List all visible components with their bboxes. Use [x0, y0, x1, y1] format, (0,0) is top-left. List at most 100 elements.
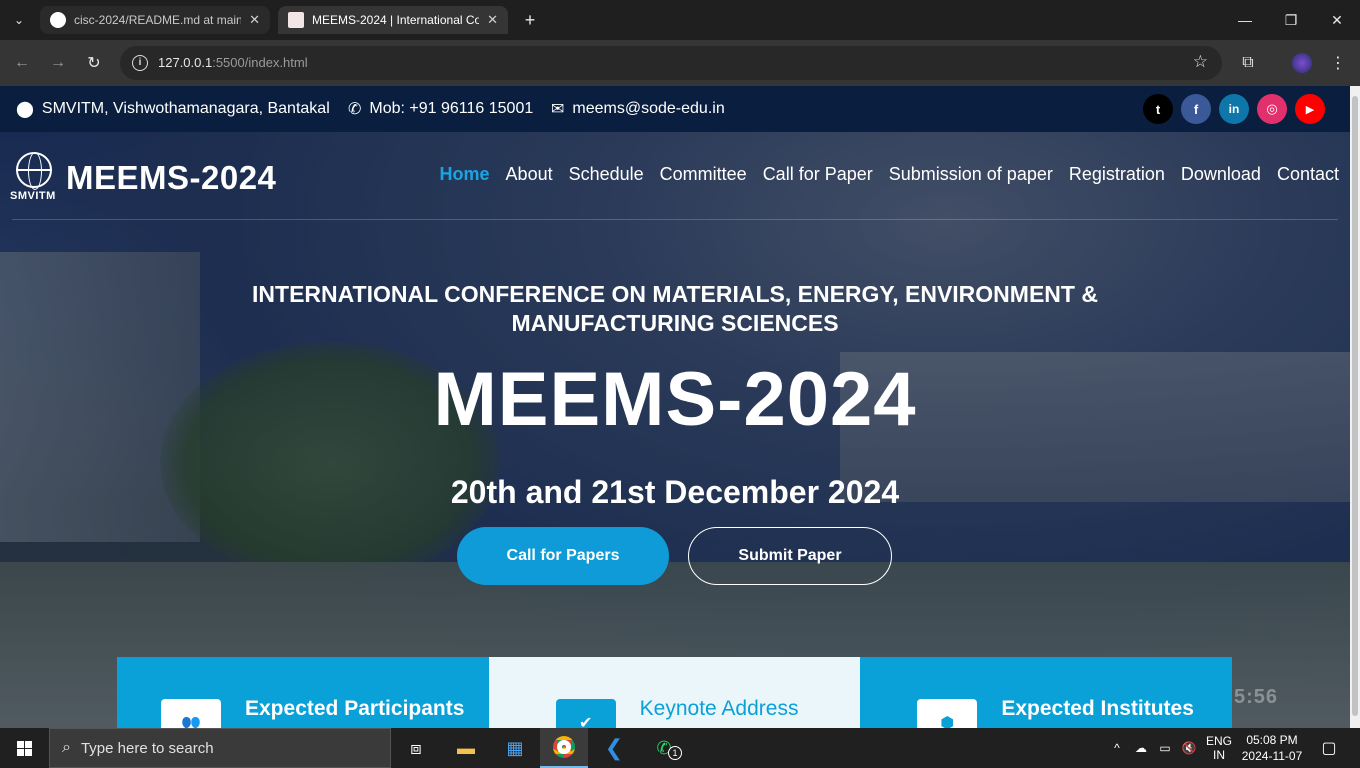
email-icon: ✉ [551, 101, 565, 118]
new-tab-button[interactable]: + [518, 8, 542, 32]
main-nav: Home About Schedule Committee Call for P… [440, 164, 1339, 185]
hero-dates: 20th and 21st December 2024 [450, 474, 900, 510]
brand-name: MEEMS-2024 [66, 159, 277, 196]
smvitm-logo: SMVITM [10, 150, 62, 206]
nav-about[interactable]: About [506, 164, 553, 185]
windows-logo-icon [16, 740, 32, 756]
store-icon[interactable]: ▦ [491, 728, 539, 768]
taskbar-search[interactable]: ⌕ Type here to search [49, 728, 391, 768]
scrollbar-thumb[interactable] [1352, 96, 1358, 716]
task-view-icon[interactable]: ⧈ [392, 728, 440, 768]
hero-title: MEEMS-2024 [433, 357, 917, 442]
people-icon: 👥 [161, 699, 221, 728]
address-bar[interactable]: i 127.0.0.1:5500/index.html ☆ [120, 46, 1222, 80]
hero-section: SMVITM MEEMS-2024 Home About Schedule Co… [0, 132, 1350, 728]
browser-menu-icon[interactable]: ⋮ [1326, 51, 1350, 75]
site-favicon-icon [288, 12, 304, 28]
logo-text: SMVITM [10, 190, 56, 202]
nav-committee[interactable]: Committee [660, 164, 747, 185]
browser-tab-meems[interactable]: MEEMS-2024 | International Co ✕ [278, 6, 508, 34]
stat-card-institutes: ⬢ Expected Institutes [860, 657, 1233, 728]
onedrive-cloud-icon[interactable]: ☁ [1130, 728, 1152, 768]
email-text[interactable]: meems@sode-edu.in [572, 100, 724, 118]
call-for-papers-button[interactable]: Call for Papers [457, 527, 669, 585]
nav-call-for-paper[interactable]: Call for Paper [763, 164, 873, 185]
address-text: SMVITM, Vishwothamanagara, Bantakal [41, 100, 330, 117]
tab-title: cisc-2024/README.md at main [74, 13, 242, 27]
bookmark-star-icon[interactable]: ☆ [1193, 52, 1208, 72]
phone-text: Mob: +91 96116 15001 [369, 100, 534, 117]
network-icon[interactable]: ▭ [1154, 728, 1176, 768]
clock-time: 05:08 PM [1246, 733, 1298, 747]
phone-info: ✆ Mob: +91 96116 15001 [348, 99, 533, 119]
browser-tab-github[interactable]: cisc-2024/README.md at main ✕ [40, 6, 270, 34]
clock-date: 2024-11-07 [1241, 749, 1303, 763]
url-text: 127.0.0.1:5500/index.html [158, 55, 308, 70]
search-icon: ⌕ [62, 739, 71, 756]
vscode-icon[interactable]: ❮ [590, 728, 638, 768]
notification-badge: 1 [668, 746, 682, 760]
email-info: ✉ meems@sode-edu.in [551, 99, 725, 119]
reload-button[interactable]: ↻ [82, 51, 106, 75]
nav-registration[interactable]: Registration [1069, 164, 1165, 185]
close-tab-icon[interactable]: ✕ [487, 12, 498, 28]
close-window-button[interactable]: ✕ [1314, 0, 1360, 40]
stat-label: Expected Institutes [1001, 697, 1194, 720]
language-indicator[interactable]: ENG IN [1202, 728, 1236, 768]
tab-search-chevron-icon[interactable]: ⌄ [6, 8, 32, 32]
globe-icon [16, 152, 52, 190]
stats-row: 👥 Expected Participants ✔ Keynote Addres… [117, 657, 1233, 728]
instagram-icon[interactable]: ◎ [1257, 94, 1287, 124]
site-info-icon[interactable]: i [132, 55, 148, 71]
minimize-button[interactable]: — [1222, 0, 1268, 40]
address-info: ⬤ SMVITM, Vishwothamanagara, Bantakal [16, 99, 330, 119]
location-pin-icon: ⬤ [16, 101, 34, 118]
github-icon [50, 12, 66, 28]
close-tab-icon[interactable]: ✕ [249, 12, 260, 28]
volume-muted-icon[interactable]: 🔇 [1178, 728, 1200, 768]
windows-taskbar: ⌕ Type here to search ⧈ ▬ ▦ ❮ ✆ 1 ^ ☁ ▭ 🔇… [0, 728, 1360, 768]
show-hidden-icons-icon[interactable]: ^ [1108, 728, 1126, 768]
nav-home[interactable]: Home [440, 164, 490, 185]
header-divider [12, 219, 1338, 220]
region-code: IN [1213, 748, 1225, 762]
start-button[interactable] [0, 728, 48, 768]
stat-label: Keynote Address [639, 697, 799, 720]
notifications-icon[interactable]: ▢ [1314, 728, 1344, 768]
tab-title: MEEMS-2024 | International Co [312, 13, 480, 27]
youtube-icon[interactable]: ▶ [1295, 94, 1325, 124]
whatsapp-icon[interactable]: ✆ 1 [640, 728, 688, 768]
restore-button[interactable]: ❐ [1268, 0, 1314, 40]
stat-card-keynote: ✔ Keynote Address [488, 657, 861, 728]
stat-label: Expected Participants [245, 697, 465, 720]
site-brand[interactable]: SMVITM MEEMS-2024 [10, 150, 276, 206]
countdown-text: 5:56 [1234, 686, 1279, 708]
institute-icon: ⬢ [917, 699, 978, 728]
nav-schedule[interactable]: Schedule [569, 164, 644, 185]
nav-download[interactable]: Download [1181, 164, 1261, 185]
extensions-icon[interactable]: ⧉ [1236, 51, 1260, 75]
facebook-icon[interactable]: f [1181, 94, 1211, 124]
forward-button[interactable]: → [46, 51, 70, 75]
nav-submission[interactable]: Submission of paper [889, 164, 1053, 185]
language-code: ENG [1205, 734, 1232, 748]
stat-card-participants: 👥 Expected Participants [117, 657, 489, 728]
file-explorer-icon[interactable]: ▬ [442, 728, 490, 768]
browser-tab-strip: ⌄ cisc-2024/README.md at main ✕ MEEMS-20… [0, 0, 1360, 40]
submit-paper-button[interactable]: Submit Paper [688, 527, 892, 585]
clock[interactable]: 05:08 PM 2024-11-07 [1238, 728, 1306, 768]
browser-toolbar: ← → ↻ i 127.0.0.1:5500/index.html ☆ ⧉ ⋮ [0, 40, 1360, 86]
search-placeholder: Type here to search [80, 739, 214, 757]
page-scrollbar[interactable] [1350, 86, 1360, 728]
nav-contact[interactable]: Contact [1277, 164, 1339, 185]
phone-icon: ✆ [348, 101, 362, 118]
profile-avatar[interactable] [1290, 51, 1314, 75]
web-page: ⬤ SMVITM, Vishwothamanagara, Bantakal ✆ … [0, 86, 1350, 728]
contact-topbar: ⬤ SMVITM, Vishwothamanagara, Bantakal ✆ … [0, 86, 1350, 132]
chrome-icon[interactable] [540, 728, 588, 768]
back-button[interactable]: ← [10, 51, 34, 75]
linkedin-icon[interactable]: in [1219, 94, 1249, 124]
hero-subtitle: INTERNATIONAL CONFERENCE ON MATERIALS, E… [252, 281, 1098, 336]
check-icon: ✔ [555, 699, 616, 728]
twitter-icon[interactable]: t [1143, 94, 1173, 124]
